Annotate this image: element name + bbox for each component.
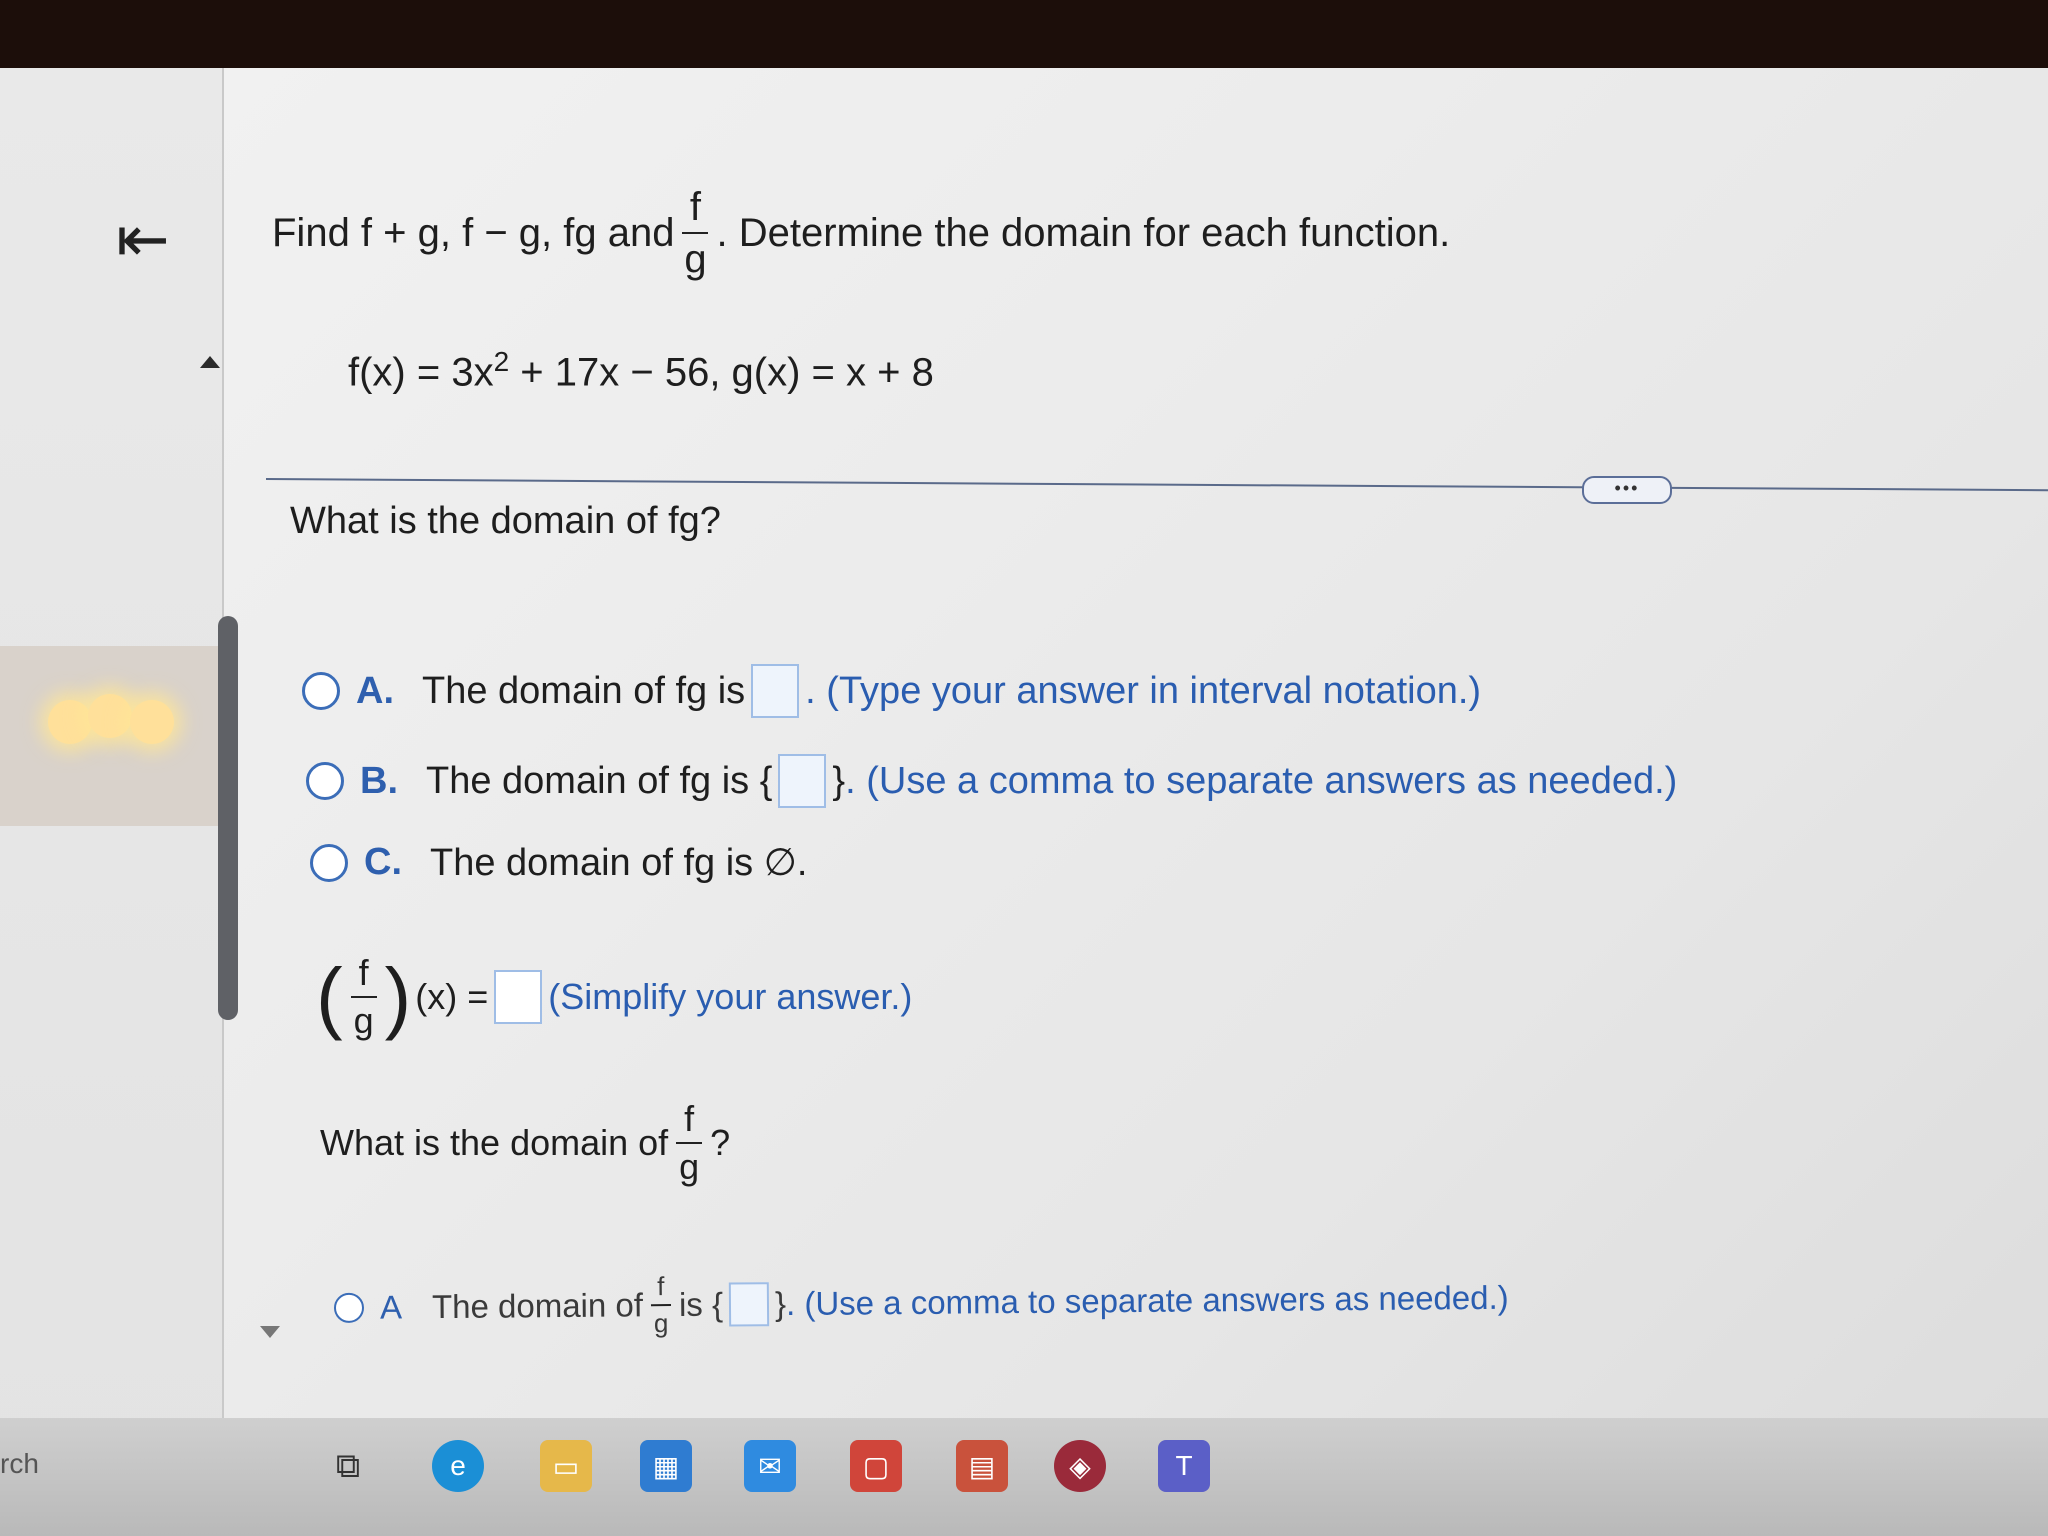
radio-a[interactable]: [302, 672, 340, 710]
fraction-denominator: g: [353, 999, 374, 1041]
option-text: The domain of: [431, 1286, 644, 1326]
prompt-suffix: . Determine the domain for each function…: [716, 210, 1451, 255]
fraction-numerator: f: [657, 1271, 665, 1302]
quotient-set-answer-input[interactable]: [728, 1282, 770, 1327]
functions-part2: + 17x − 56, g(x) = x + 8: [509, 350, 934, 395]
option-text: The domain of fg is: [422, 669, 746, 712]
more-button[interactable]: •••: [1582, 476, 1672, 504]
open-paren: (: [316, 951, 343, 1041]
question-prompt: Find f + g, f − g, fg and f g . Determin…: [272, 186, 1450, 280]
option-letter: B.: [360, 759, 398, 802]
fraction-numerator: f: [689, 185, 702, 229]
radio-quotient-a[interactable]: [333, 1293, 365, 1324]
back-to-start-icon[interactable]: ⇤: [116, 204, 196, 274]
question-mark: ?: [710, 1121, 731, 1163]
fraction-denominator: g: [684, 237, 707, 281]
option-hint: . (Use a comma to separate answers as ne…: [845, 759, 1678, 802]
app-window: ⇤ Find f + g, f − g, fg and f g . Determ…: [0, 68, 2048, 1488]
quotient-option-a[interactable]: A The domain of f g is { } . (Use a comm…: [333, 1266, 1509, 1341]
quotient-domain-question: What is the domain of f g ?: [320, 1100, 730, 1186]
shield-icon[interactable]: ◈: [1054, 1440, 1106, 1492]
section-divider: [265, 478, 2048, 492]
fraction-bar: [350, 995, 377, 998]
option-letter: A: [379, 1288, 403, 1326]
edge-browser-icon[interactable]: e: [432, 1440, 484, 1492]
teams-icon[interactable]: T: [1158, 1440, 1210, 1492]
option-c[interactable]: C. The domain of fg is ∅.: [310, 840, 807, 885]
scroll-up-arrow-icon[interactable]: [200, 356, 220, 368]
question-text: What is the domain of: [320, 1121, 669, 1163]
fraction-numerator: f: [358, 952, 369, 993]
fraction-bar: [676, 1141, 703, 1144]
prompt-fraction: f g: [682, 185, 709, 281]
functions-part1: f(x) = 3x: [348, 350, 494, 395]
prompt-prefix: Find f + g, f − g, fg and: [272, 210, 675, 255]
option-letter: A.: [356, 669, 394, 712]
radio-c[interactable]: [310, 843, 348, 882]
option-after: is {: [678, 1285, 724, 1324]
quotient-answer-input[interactable]: [494, 969, 543, 1024]
set-close-brace: }: [832, 759, 846, 802]
scroll-down-arrow-icon[interactable]: [260, 1326, 280, 1338]
task-view-icon[interactable]: ⧉: [322, 1440, 374, 1492]
quotient-hint: (Simplify your answer.): [548, 975, 913, 1017]
fraction-denominator: g: [653, 1308, 669, 1339]
left-sidebar: ⇤: [0, 68, 224, 1488]
scrollbar-thumb[interactable]: [218, 616, 238, 1020]
set-close-brace: }: [774, 1285, 787, 1323]
quotient-answer-row: ( f g ) (x) = (Simplify your answer.): [316, 954, 912, 1040]
reader-icon[interactable]: ▢: [850, 1440, 902, 1492]
option-hint: . (Type your answer in interval notation…: [805, 669, 1482, 712]
file-explorer-icon[interactable]: ▭: [540, 1440, 592, 1492]
fraction-denominator: g: [679, 1145, 700, 1187]
interval-answer-input[interactable]: [751, 664, 800, 718]
fraction-bar: [682, 232, 709, 234]
set-answer-input[interactable]: [778, 754, 827, 808]
option-fraction: f g: [650, 1271, 672, 1339]
close-paren: ): [384, 951, 412, 1041]
option-letter: C.: [364, 841, 402, 883]
function-definitions: f(x) = 3x2 + 17x − 56, g(x) = x + 8: [348, 346, 934, 395]
progress-dots-icon: [48, 688, 178, 758]
question-fraction: f g: [676, 1098, 703, 1187]
option-text: The domain of fg is ∅.: [430, 842, 808, 884]
quotient-fraction: f g: [350, 952, 377, 1041]
radio-b[interactable]: [306, 762, 344, 800]
option-hint: . (Use a comma to separate answers as ne…: [785, 1279, 1509, 1323]
option-text: The domain of fg is {: [426, 759, 773, 802]
store-icon[interactable]: ▦: [640, 1440, 692, 1492]
fraction-bar: [650, 1304, 671, 1307]
search-box-text[interactable]: rch: [0, 1448, 39, 1480]
taskbar: rch ⧉ e ▭ ▦ ✉ ▢ ▤ ◈ T: [0, 1418, 2048, 1536]
functions-exponent: 2: [493, 346, 510, 377]
fg-domain-question: What is the domain of fg?: [290, 500, 721, 542]
option-a[interactable]: A. The domain of fg is . (Type your answ…: [302, 664, 1481, 718]
quotient-lhs: (x) =: [415, 975, 489, 1017]
office-icon[interactable]: ▤: [956, 1440, 1008, 1492]
fraction-numerator: f: [684, 1098, 695, 1139]
mail-icon[interactable]: ✉: [744, 1440, 796, 1492]
option-b[interactable]: B. The domain of fg is { } . (Use a comm…: [306, 754, 1677, 808]
